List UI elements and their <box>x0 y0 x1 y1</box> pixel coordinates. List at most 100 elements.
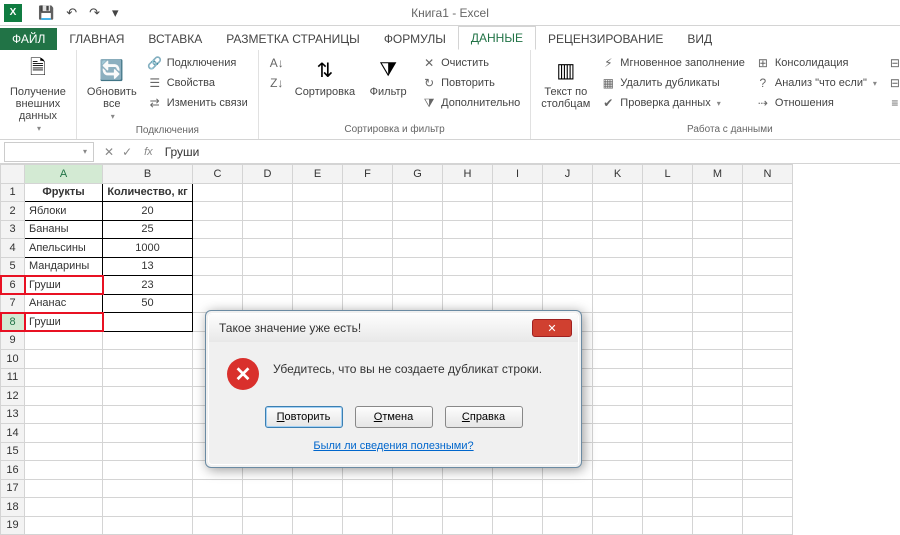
cell[interactable] <box>543 257 593 276</box>
cell[interactable] <box>393 516 443 535</box>
cell[interactable] <box>343 183 393 202</box>
cell[interactable] <box>593 331 643 350</box>
column-header[interactable]: B <box>103 165 193 184</box>
cell[interactable] <box>443 516 493 535</box>
cell[interactable] <box>443 220 493 239</box>
cell[interactable] <box>593 276 643 295</box>
cell[interactable] <box>193 257 243 276</box>
tab-view[interactable]: ВИД <box>675 28 724 50</box>
cell[interactable] <box>293 276 343 295</box>
cell[interactable] <box>743 220 793 239</box>
cell[interactable] <box>193 479 243 498</box>
cancel-button[interactable]: Отмена <box>355 406 433 428</box>
remove-duplicates-button[interactable]: ▦Удалить дубликаты <box>598 74 747 92</box>
cell[interactable] <box>643 405 693 424</box>
close-button[interactable]: ✕ <box>532 319 572 337</box>
cell[interactable] <box>443 276 493 295</box>
cell[interactable] <box>743 313 793 332</box>
ungroup-button[interactable]: ⊟ <box>885 74 900 92</box>
cell[interactable] <box>743 368 793 387</box>
cell[interactable] <box>493 220 543 239</box>
cell[interactable] <box>393 479 443 498</box>
cell[interactable] <box>593 424 643 443</box>
cell[interactable]: Фрукты <box>25 183 103 202</box>
cell[interactable] <box>643 498 693 517</box>
cell[interactable] <box>193 239 243 258</box>
cell[interactable] <box>593 442 643 461</box>
column-header[interactable]: D <box>243 165 293 184</box>
cell[interactable] <box>393 220 443 239</box>
cell[interactable] <box>443 183 493 202</box>
cell[interactable] <box>743 442 793 461</box>
cell[interactable] <box>693 294 743 313</box>
tab-review[interactable]: РЕЦЕНЗИРОВАНИЕ <box>536 28 675 50</box>
row-header[interactable]: 14 <box>1 424 25 443</box>
cell[interactable] <box>393 276 443 295</box>
cell[interactable] <box>343 239 393 258</box>
cell[interactable] <box>643 479 693 498</box>
cell[interactable]: Ананас <box>25 294 103 313</box>
cell[interactable] <box>693 516 743 535</box>
cell[interactable] <box>103 424 193 443</box>
save-icon[interactable]: 💾 <box>36 3 56 23</box>
cell[interactable] <box>493 516 543 535</box>
cell[interactable] <box>693 368 743 387</box>
retry-button[interactable]: Повторить <box>265 406 343 428</box>
cell[interactable] <box>493 276 543 295</box>
cell[interactable] <box>593 220 643 239</box>
cell[interactable] <box>593 461 643 480</box>
cell[interactable] <box>643 442 693 461</box>
cell[interactable] <box>243 239 293 258</box>
cell[interactable] <box>543 220 593 239</box>
cell[interactable] <box>103 331 193 350</box>
cell[interactable] <box>593 202 643 221</box>
cell[interactable] <box>743 331 793 350</box>
cell[interactable] <box>243 183 293 202</box>
cell[interactable] <box>25 331 103 350</box>
cell[interactable] <box>103 442 193 461</box>
refresh-all-button[interactable]: 🔄 Обновить все ▾ <box>85 54 139 123</box>
cell[interactable] <box>103 498 193 517</box>
sort-za-button[interactable]: Z↓ <box>267 74 287 92</box>
column-header[interactable]: G <box>393 165 443 184</box>
cell[interactable] <box>693 313 743 332</box>
cell[interactable] <box>103 313 193 332</box>
cell[interactable] <box>103 516 193 535</box>
cell[interactable]: Мандарины <box>25 257 103 276</box>
cell[interactable] <box>743 183 793 202</box>
dialog-title-bar[interactable]: Такое значение уже есть! ✕ <box>209 314 578 342</box>
cell[interactable] <box>343 220 393 239</box>
cell[interactable] <box>693 350 743 369</box>
relations-button[interactable]: ⇢Отношения <box>753 94 879 112</box>
cell[interactable] <box>693 424 743 443</box>
cell[interactable] <box>443 479 493 498</box>
cell[interactable] <box>593 387 643 406</box>
group-button[interactable]: ⊟Гр <box>885 54 900 72</box>
cell[interactable] <box>693 202 743 221</box>
cell[interactable] <box>643 220 693 239</box>
cell[interactable] <box>693 331 743 350</box>
cell[interactable] <box>243 498 293 517</box>
cell[interactable] <box>543 498 593 517</box>
cell[interactable] <box>443 498 493 517</box>
cell[interactable] <box>743 294 793 313</box>
cell[interactable]: Бананы <box>25 220 103 239</box>
cell[interactable] <box>293 257 343 276</box>
column-header[interactable]: I <box>493 165 543 184</box>
cell[interactable] <box>693 257 743 276</box>
cell[interactable] <box>693 276 743 295</box>
cell[interactable] <box>25 479 103 498</box>
cell[interactable] <box>193 516 243 535</box>
row-header[interactable]: 3 <box>1 220 25 239</box>
cell[interactable] <box>693 442 743 461</box>
row-header[interactable]: 12 <box>1 387 25 406</box>
row-header[interactable]: 17 <box>1 479 25 498</box>
flash-fill-button[interactable]: ⚡︎Мгновенное заполнение <box>598 54 747 72</box>
cell[interactable] <box>343 479 393 498</box>
row-header[interactable]: 9 <box>1 331 25 350</box>
cell[interactable] <box>643 368 693 387</box>
cell[interactable]: 20 <box>103 202 193 221</box>
column-header[interactable]: F <box>343 165 393 184</box>
column-header[interactable]: L <box>643 165 693 184</box>
cell[interactable] <box>543 183 593 202</box>
